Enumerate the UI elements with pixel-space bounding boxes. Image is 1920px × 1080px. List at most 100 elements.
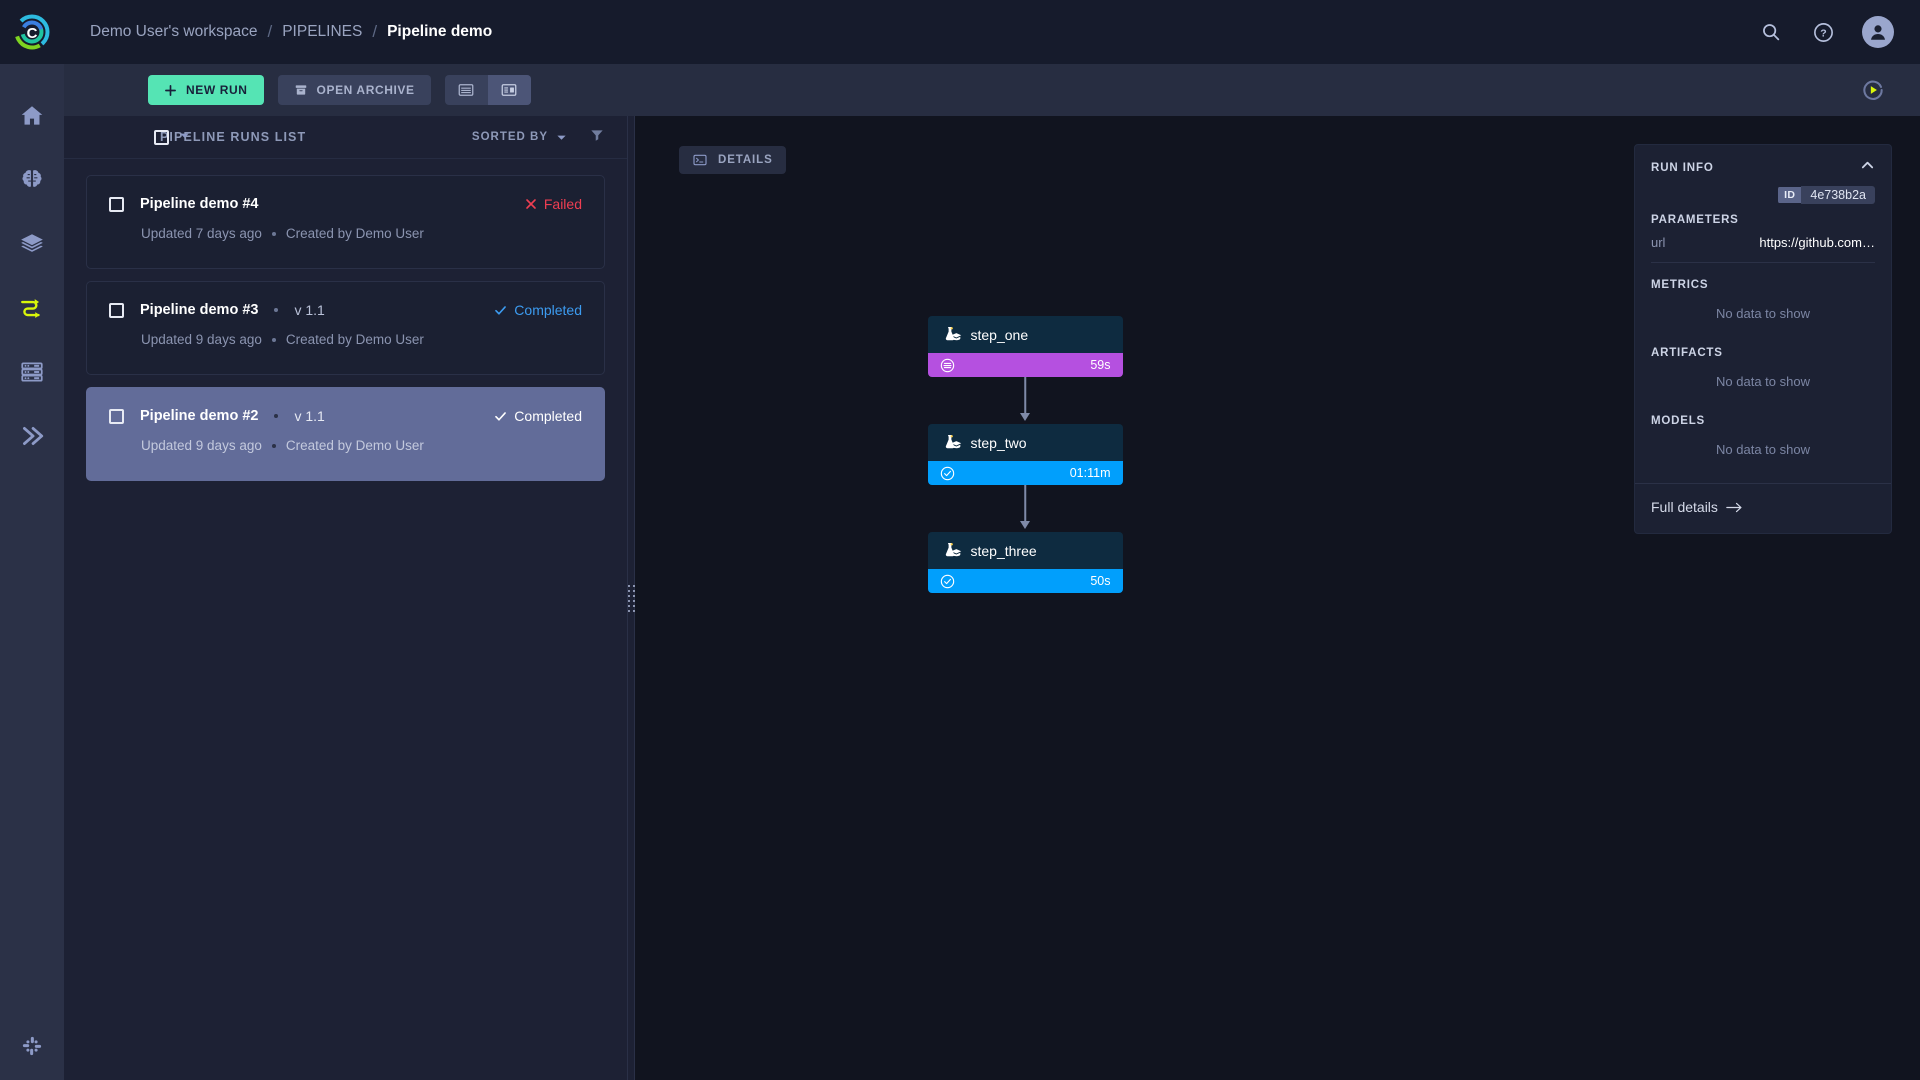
dag-node-footer: 50s (928, 569, 1123, 593)
funnel-icon (589, 127, 605, 143)
search-icon (1760, 21, 1782, 43)
new-run-label: NEW RUN (186, 83, 248, 97)
run-version: v 1.1 (294, 408, 324, 424)
run-info-collapse-button[interactable] (1860, 158, 1875, 178)
question-circle-icon: ? (1812, 21, 1835, 44)
sidebar-item-pipelines[interactable] (0, 276, 64, 340)
breadcrumb: Demo User's workspace / PIPELINES / Pipe… (90, 22, 492, 42)
run-info-footer: Full details (1635, 484, 1891, 533)
dag-node-duration: 59s (1090, 358, 1110, 372)
avatar[interactable] (1862, 16, 1894, 48)
select-all-dropdown[interactable] (179, 128, 190, 146)
filter-button[interactable] (589, 127, 605, 148)
dag-node-duration: 01:11m (1070, 466, 1111, 480)
sidebar-item-resources[interactable] (0, 340, 64, 404)
run-card-meta: Updated 9 days ago Created by Demo User (109, 438, 582, 453)
run-card-meta: Updated 7 days ago Created by Demo User (109, 226, 582, 241)
run-card-pipeline-demo-4[interactable]: Pipeline demo #4 Failed Updated 7 days a… (86, 175, 605, 269)
pipeline-canvas[interactable]: DETAILS step_one (635, 116, 1920, 1080)
left-nav-rail: C (0, 0, 64, 1080)
double-chevron-right-icon (19, 423, 45, 449)
details-label: DETAILS (718, 154, 773, 166)
server-rack-icon (19, 359, 45, 385)
run-card-top-row: Pipeline demo #3 v 1.1 Completed (109, 302, 582, 318)
sorted-by-label: SORTED BY (472, 131, 548, 143)
dag-node-step-two[interactable]: step_two 01:11m (928, 424, 1123, 485)
check-icon (494, 410, 507, 423)
sorted-by-dropdown[interactable]: SORTED BY (472, 131, 567, 143)
experiment-flask-icon (942, 542, 962, 560)
sidebar-item-ai-library[interactable] (0, 148, 64, 212)
full-details-link[interactable]: Full details (1651, 499, 1743, 515)
run-name: Pipeline demo #4 (140, 196, 258, 212)
artifacts-section: ARTIFACTS No data to show (1635, 347, 1891, 415)
check-icon (494, 304, 507, 317)
artifacts-label: ARTIFACTS (1651, 347, 1875, 359)
search-button[interactable] (1758, 19, 1784, 45)
status-label: Completed (514, 302, 582, 318)
help-button[interactable]: ? (1810, 19, 1836, 45)
content-body: PIPELINE RUNS LIST SORTED BY (64, 116, 1920, 1080)
meta-dot (272, 338, 276, 342)
grip-dots-icon (628, 585, 635, 612)
status-badge: Completed (494, 302, 582, 318)
dag-node-step-one[interactable]: step_one 59s (928, 316, 1123, 377)
run-info-header: RUN INFO (1635, 145, 1891, 184)
run-card-meta: Updated 9 days ago Created by Demo User (109, 332, 582, 347)
parameter-row: url https://github.com… (1651, 235, 1875, 262)
breadcrumb-pipelines[interactable]: PIPELINES (282, 23, 362, 41)
new-run-button[interactable]: NEW RUN (148, 75, 264, 105)
list-view-icon (457, 81, 475, 99)
rerun-play-icon (1860, 77, 1886, 103)
home-icon (19, 103, 45, 129)
run-card-pipeline-demo-2[interactable]: Pipeline demo #2 v 1.1 Completed (86, 387, 605, 481)
dag-node-step-three[interactable]: step_three 50s (928, 532, 1123, 593)
experiment-flask-icon (942, 326, 962, 344)
meta-dot (274, 308, 278, 312)
parameter-key: url (1651, 235, 1665, 250)
view-mode-list-button[interactable] (445, 75, 488, 105)
metrics-label: METRICS (1651, 279, 1875, 291)
dag-edge (928, 377, 1123, 424)
app-logo[interactable]: C (0, 0, 64, 64)
details-button[interactable]: DETAILS (679, 146, 786, 174)
run-checkbox[interactable] (109, 409, 124, 424)
run-updated: Updated 7 days ago (141, 226, 262, 241)
dag-node-header: step_three (928, 532, 1123, 569)
run-info-panel: RUN INFO ID 4e738b2a (1634, 144, 1892, 534)
run-updated: Updated 9 days ago (141, 438, 262, 453)
open-archive-button[interactable]: OPEN ARCHIVE (278, 75, 431, 105)
models-section: MODELS No data to show (1635, 415, 1891, 483)
pipeline-dag: step_one 59s (928, 316, 1123, 593)
runs-list-header: PIPELINE RUNS LIST SORTED BY (64, 116, 627, 159)
view-mode-toggle (445, 75, 531, 105)
status-badge: Failed (525, 196, 582, 212)
split-view-icon (500, 81, 518, 99)
sidebar-item-expand[interactable] (0, 404, 64, 468)
run-checkbox[interactable] (109, 303, 124, 318)
run-id-pill[interactable]: ID 4e738b2a (1778, 186, 1875, 204)
run-id-value: 4e738b2a (1801, 186, 1875, 204)
view-mode-split-button[interactable] (488, 75, 531, 105)
svg-text:C: C (27, 25, 38, 42)
status-badge: Completed (494, 408, 582, 424)
runs-list: Pipeline demo #4 Failed Updated 7 days a… (64, 159, 627, 497)
run-checkbox[interactable] (109, 197, 124, 212)
status-label: Completed (514, 408, 582, 424)
select-all-checkbox[interactable] (154, 130, 169, 145)
chevron-down-icon (179, 130, 190, 141)
rerun-button[interactable] (1860, 77, 1886, 103)
check-circle-icon (940, 466, 955, 481)
run-version: v 1.1 (294, 302, 324, 318)
run-id-key: ID (1778, 187, 1801, 203)
models-label: MODELS (1651, 415, 1875, 427)
sidebar-item-slack[interactable] (0, 1032, 64, 1060)
run-card-pipeline-demo-3[interactable]: Pipeline demo #3 v 1.1 Completed (86, 281, 605, 375)
models-empty-state: No data to show (1651, 436, 1875, 483)
panel-resize-handle[interactable] (627, 116, 635, 1080)
status-label: Failed (544, 196, 582, 212)
breadcrumb-workspace[interactable]: Demo User's workspace (90, 23, 257, 41)
sidebar-item-home[interactable] (0, 84, 64, 148)
sidebar-item-datasets[interactable] (0, 212, 64, 276)
run-updated: Updated 9 days ago (141, 332, 262, 347)
